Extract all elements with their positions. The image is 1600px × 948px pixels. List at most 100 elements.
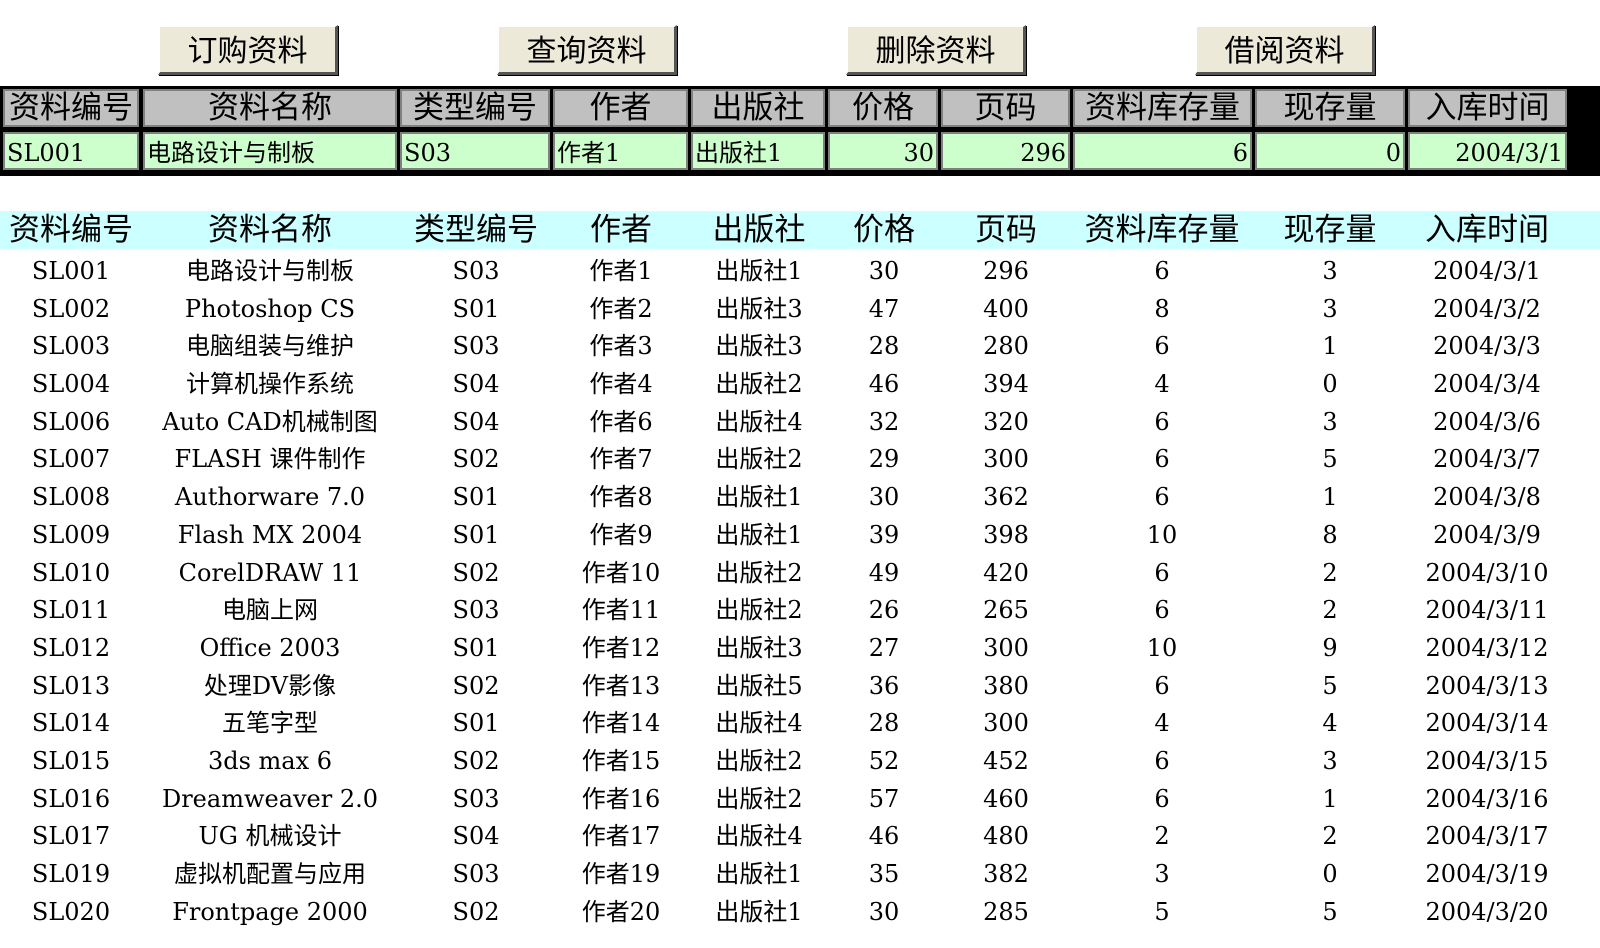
cell-total-stock: 10	[1146, 520, 1178, 549]
cell-author: 作者19	[581, 860, 661, 888]
cell-price: 57	[868, 784, 900, 813]
col-header-current-stock: 现存量	[1283, 212, 1377, 248]
cell-author: 作者17	[581, 822, 661, 851]
table-row[interactable]: SL010 CorelDRAW 11 S02 作者10 出版社2 49 420 …	[0, 555, 1600, 593]
cell-publisher: 出版社3	[715, 294, 803, 323]
cell-date: 2004/3/13	[1425, 671, 1549, 700]
cell-name: Auto CAD机械制图	[162, 407, 378, 436]
cell-price: 30	[868, 483, 900, 512]
input-pages[interactable]: 296	[941, 132, 1070, 170]
table-row[interactable]: SL015 3ds max 6 S02 作者15 出版社2 52 452 6 3…	[0, 743, 1600, 781]
input-current-stock[interactable]: 0	[1255, 132, 1405, 170]
cell-total-stock: 10	[1146, 633, 1178, 662]
input-publisher[interactable]: 出版社1	[691, 132, 825, 170]
cell-publisher: 出版社1	[715, 860, 803, 888]
cell-publisher: 出版社1	[715, 897, 803, 926]
form-header-date: 入库时间	[1408, 89, 1567, 127]
cell-author: 作者1	[589, 257, 653, 285]
cell-name: 虚拟机配置与应用	[174, 860, 366, 888]
table-row[interactable]: SL020 Frontpage 2000 S02 作者20 出版社1 30 28…	[0, 894, 1600, 932]
cell-publisher: 出版社1	[715, 257, 803, 285]
table-row[interactable]: SL004 计算机操作系统 S04 作者4 出版社2 46 394 4 0 20…	[0, 366, 1600, 404]
cell-type: S03	[452, 257, 500, 285]
cell-current-stock: 2	[1322, 596, 1338, 625]
cell-name: Dreamweaver 2.0	[161, 784, 379, 813]
table-row[interactable]: SL007 FLASH 课件制作 S02 作者7 出版社2 29 300 6 5…	[0, 441, 1600, 479]
table-row[interactable]: SL011 电脑上网 S03 作者11 出版社2 26 265 6 2 2004…	[0, 592, 1600, 630]
table-row[interactable]: SL003 电脑组装与维护 S03 作者3 出版社3 28 280 6 1 20…	[0, 328, 1600, 366]
table-row[interactable]: SL006 Auto CAD机械制图 S04 作者6 出版社4 32 320 6…	[0, 404, 1600, 442]
cell-name: FLASH 课件制作	[174, 445, 366, 474]
cell-pages: 300	[983, 445, 1029, 474]
query-button[interactable]: 查询资料	[497, 25, 677, 75]
cell-name: Flash MX 2004	[177, 520, 363, 549]
cell-pages: 382	[983, 860, 1029, 888]
query-button-label: 查询资料	[526, 34, 647, 69]
delete-button[interactable]: 删除资料	[846, 25, 1026, 75]
table-row[interactable]: SL008 Authorware 7.0 S01 作者8 出版社1 30 362…	[0, 479, 1600, 517]
col-header-date: 入库时间	[1425, 212, 1549, 248]
cell-date: 2004/3/12	[1425, 633, 1549, 662]
table-row[interactable]: SL002 Photoshop CS S01 作者2 出版社3 47 400 8…	[0, 291, 1600, 329]
cell-id: SL010	[31, 558, 111, 587]
input-id[interactable]: SL001	[3, 132, 139, 170]
cell-name: 电脑上网	[222, 596, 318, 625]
cell-price: 30	[868, 897, 900, 926]
table-row[interactable]: SL009 Flash MX 2004 S01 作者9 出版社1 39 398 …	[0, 517, 1600, 555]
cell-current-stock: 2	[1322, 822, 1338, 851]
table-row[interactable]: SL016 Dreamweaver 2.0 S03 作者16 出版社2 57 4…	[0, 781, 1600, 819]
cell-type: S01	[452, 520, 500, 549]
input-price[interactable]: 30	[828, 132, 938, 170]
cell-type: S03	[452, 860, 500, 888]
table-row[interactable]: SL014 五笔字型 S01 作者14 出版社4 28 300 4 4 2004…	[0, 705, 1600, 743]
cell-name: Frontpage 2000	[172, 897, 368, 926]
cell-total-stock: 4	[1154, 370, 1170, 399]
cell-price: 28	[868, 709, 900, 738]
cell-publisher: 出版社3	[715, 332, 803, 361]
cell-current-stock: 4	[1322, 709, 1338, 738]
cell-id: SL002	[31, 294, 111, 323]
table-row[interactable]: SL012 Office 2003 S01 作者12 出版社3 27 300 1…	[0, 630, 1600, 668]
cell-price: 26	[868, 596, 900, 625]
cell-current-stock: 1	[1322, 332, 1338, 361]
cell-price: 28	[868, 332, 900, 361]
cell-pages: 296	[983, 257, 1029, 285]
input-date[interactable]: 2004/3/1	[1408, 132, 1567, 170]
table-row[interactable]: SL017 UG 机械设计 S04 作者17 出版社4 46 480 2 2 2…	[0, 818, 1600, 856]
cell-type: S02	[452, 746, 500, 775]
table-row[interactable]: SL001 电路设计与制板 S03 作者1 出版社1 30 296 6 3 20…	[0, 253, 1600, 291]
cell-publisher: 出版社3	[715, 633, 803, 662]
input-type[interactable]: S03	[400, 132, 550, 170]
cell-pages: 394	[983, 370, 1029, 399]
cell-id: SL017	[31, 822, 111, 851]
form-header-current-stock: 现存量	[1255, 89, 1405, 127]
input-author[interactable]: 作者1	[553, 132, 688, 170]
cell-pages: 420	[983, 558, 1029, 587]
cell-total-stock: 6	[1154, 671, 1170, 700]
cell-name: Photoshop CS	[184, 294, 356, 323]
cell-name: 3ds max 6	[207, 746, 333, 775]
cell-pages: 398	[983, 520, 1029, 549]
borrow-button[interactable]: 借阅资料	[1195, 25, 1375, 75]
input-total-stock[interactable]: 6	[1073, 132, 1252, 170]
cell-name: 处理DV影像	[203, 671, 337, 700]
order-button-label: 订购资料	[187, 34, 308, 69]
cell-pages: 480	[983, 822, 1029, 851]
cell-current-stock: 9	[1322, 633, 1338, 662]
order-button[interactable]: 订购资料	[158, 25, 338, 75]
cell-author: 作者9	[589, 520, 653, 549]
borrow-button-label: 借阅资料	[1224, 34, 1345, 69]
table-row[interactable]: SL019 虚拟机配置与应用 S03 作者19 出版社1 35 382 3 0 …	[0, 856, 1600, 894]
col-header-type: 类型编号	[414, 212, 538, 248]
cell-author: 作者6	[589, 407, 653, 436]
cell-publisher: 出版社4	[715, 709, 803, 738]
cell-author: 作者7	[589, 445, 653, 474]
table-row[interactable]: SL013 处理DV影像 S02 作者13 出版社5 36 380 6 5 20…	[0, 668, 1600, 706]
input-name[interactable]: 电路设计与制板	[143, 132, 397, 170]
cell-publisher: 出版社2	[715, 558, 803, 587]
form-header-pages: 页码	[941, 89, 1070, 127]
cell-current-stock: 1	[1322, 784, 1338, 813]
cell-date: 2004/3/1	[1433, 257, 1541, 285]
cell-author: 作者8	[589, 483, 653, 512]
cell-name: 计算机操作系统	[186, 370, 354, 399]
